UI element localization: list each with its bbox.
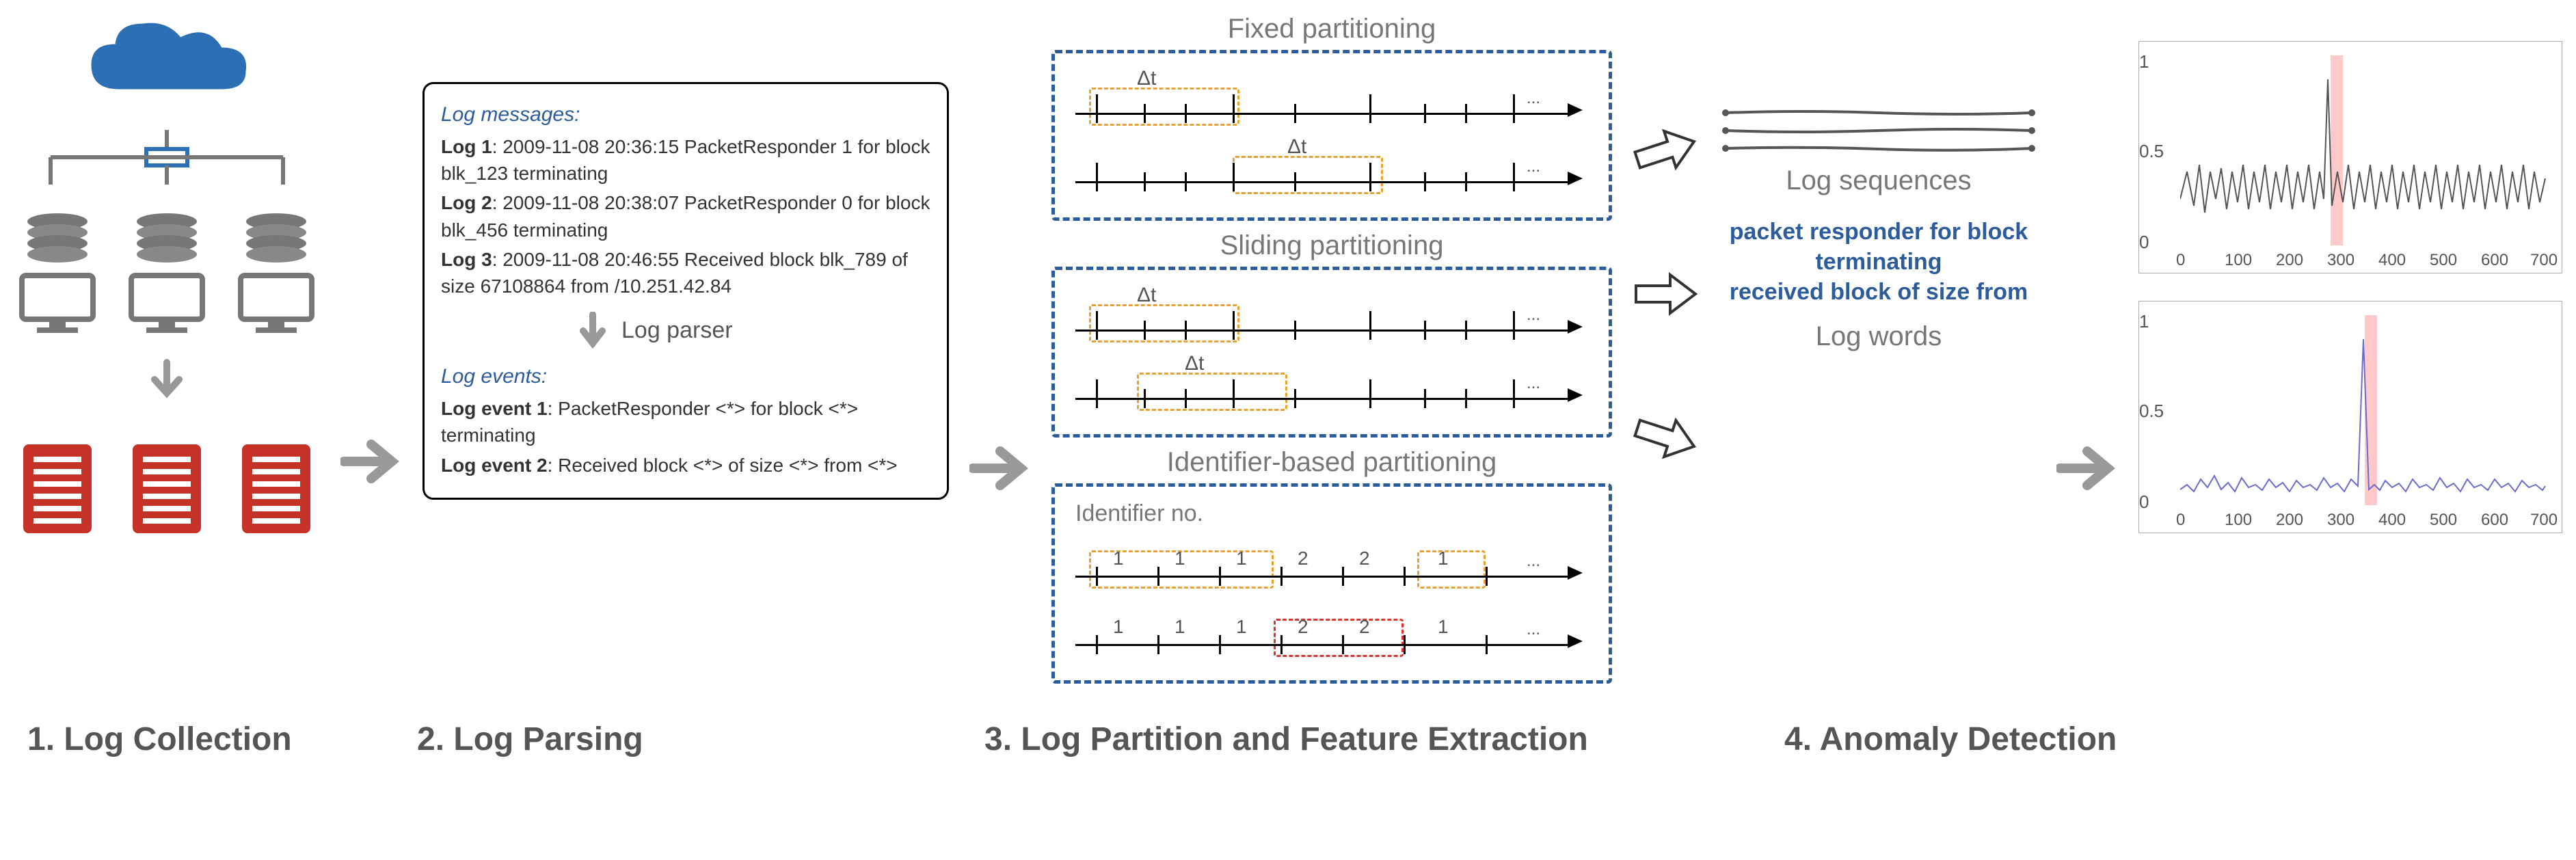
stage-log-parsing: Log messages: Log 1: 2009-11-08 20:36:15… (422, 82, 949, 500)
log-event-entry: Log event 2: Received block <*> of size … (441, 452, 930, 479)
y-tick-label: 0.5 (2139, 141, 2164, 162)
timeline: Δt ... (1075, 352, 1588, 414)
monitor-icon (235, 270, 317, 338)
log-entry: Log 3: 2009-11-08 20:46:55 Received bloc… (441, 246, 930, 299)
identifier-subtitle: Identifier no. (1075, 500, 1588, 527)
fixed-partition-title: Fixed partitioning (1228, 14, 1436, 44)
log-parser-label: Log parser (621, 314, 733, 347)
sliding-partition-title: Sliding partitioning (1220, 230, 1444, 261)
log-words-block: packet responder for block terminating r… (1730, 217, 2028, 308)
disk-stack-icon (242, 212, 310, 267)
stage-anomaly-detection: 1 0.5 0 0 100 200 300 400 500 600 700 1 … (2138, 41, 2562, 561)
y-tick-label: 0 (2139, 232, 2149, 253)
outline-arrow-icon (1633, 267, 1701, 321)
log-entry: Log 1: 2009-11-08 20:36:15 PacketRespond… (441, 133, 930, 187)
sequence-line-icon (1721, 145, 2036, 152)
disk-stack-icon (23, 212, 92, 267)
disk-stack-icon (133, 212, 201, 267)
sequence-line-icon (1721, 127, 2036, 134)
flow-arrows-group (1633, 123, 1701, 465)
window-marker (1137, 373, 1287, 411)
window-marker (1089, 304, 1239, 342)
log-events-heading: Log events: (441, 362, 930, 391)
window-marker (1233, 156, 1383, 194)
outline-arrow-icon (1633, 410, 1701, 465)
anomaly-chart-1: 1 0.5 0 0 100 200 300 400 500 600 700 (2138, 41, 2562, 273)
window-marker (1274, 619, 1404, 657)
log-parsing-box: Log messages: Log 1: 2009-11-08 20:36:15… (422, 82, 949, 500)
chart-plot (2180, 55, 2549, 247)
chart-plot (2180, 315, 2549, 507)
id-partition-title: Identifier-based partitioning (1167, 447, 1497, 478)
timeline: Δt ... (1075, 67, 1588, 129)
stage-partition: Fixed partitioning Δt ... Δt ... Sliding… (1051, 14, 1612, 693)
monitor-icon (126, 270, 208, 338)
timeline: 1 1 1 2 2 1 ... (1075, 598, 1588, 660)
stage-label: 2. Log Parsing (417, 721, 943, 758)
log-entry: Log 2: 2009-11-08 20:38:07 PacketRespond… (441, 189, 930, 243)
monitor-icon (16, 270, 98, 338)
down-arrow-icon (578, 312, 608, 350)
window-marker (1417, 550, 1486, 589)
timeline: Δt ... (1075, 135, 1588, 197)
id-partition-box: Identifier no. 1 1 1 2 2 1 ... 1 1 1 (1051, 483, 1612, 684)
flow-arrow-icon (2056, 441, 2118, 499)
stage-label: 3. Log Partition and Feature Extraction (984, 721, 1784, 758)
log-words-label: Log words (1816, 321, 1942, 352)
log-file-icon (235, 438, 317, 540)
network-bus-icon (23, 130, 310, 191)
window-marker (1089, 88, 1239, 126)
server-node (16, 212, 98, 338)
log-file-icon (16, 438, 98, 540)
sliding-partition-box: Δt ... Δt ... (1051, 267, 1612, 438)
stage-label: 4. Anomaly Detection (1784, 721, 2195, 758)
log-file-icon (126, 438, 208, 540)
timeline: 1 1 1 2 2 1 ... (1075, 530, 1588, 591)
pipeline-diagram: Log messages: Log 1: 2009-11-08 20:36:15… (14, 14, 2562, 693)
down-arrow-icon (146, 359, 187, 400)
sequences-block: Log sequences packet responder for block… (1721, 109, 2036, 373)
timeline: Δt ... (1075, 284, 1588, 345)
flow-arrow-icon (969, 441, 1031, 499)
flow-arrow-icon (340, 434, 402, 492)
outline-arrow-icon (1633, 123, 1701, 178)
server-node (126, 212, 208, 338)
stage-log-collection (14, 14, 320, 540)
y-tick-label: 1 (2139, 51, 2149, 72)
cloud-icon (78, 14, 256, 123)
fixed-partition-box: Δt ... Δt ... (1051, 50, 1612, 221)
stage-label: 1. Log Collection (27, 721, 410, 758)
log-event-entry: Log event 1: PacketResponder <*> for blo… (441, 395, 930, 448)
stage-labels-row: 1. Log Collection 2. Log Parsing 3. Log … (14, 721, 2562, 758)
log-messages-heading: Log messages: (441, 100, 930, 129)
server-node (235, 212, 317, 338)
log-sequences-label: Log sequences (1786, 165, 1971, 196)
sequence-line-icon (1721, 109, 2036, 116)
anomaly-chart-2: 1 0.5 0 0 100 200 300 400 500 600 700 (2138, 301, 2562, 533)
